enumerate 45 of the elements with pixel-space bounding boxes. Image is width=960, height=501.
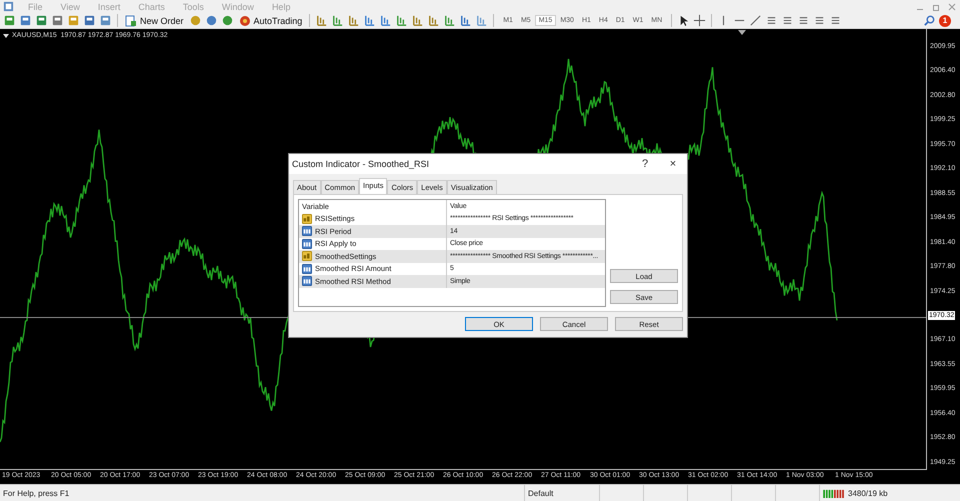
number-type-icon xyxy=(302,264,312,274)
document-icon xyxy=(125,14,137,27)
toolbar-icon[interactable] xyxy=(3,14,16,28)
toolbar-icon[interactable] xyxy=(188,14,202,28)
chart-tool-icon[interactable] xyxy=(395,14,408,28)
toolbar-icon[interactable] xyxy=(83,14,96,28)
status-text: For Help, press F1 xyxy=(0,485,525,501)
chart-tool-icon[interactable] xyxy=(379,14,392,28)
status-icon xyxy=(238,14,251,27)
toolbar-icon[interactable] xyxy=(51,14,64,28)
connection-bars-icon xyxy=(823,488,845,498)
autotrading-button[interactable]: AutoTrading xyxy=(236,14,304,27)
text-type-icon xyxy=(302,214,312,224)
app-icon xyxy=(3,1,14,12)
new-order-button[interactable]: New Order xyxy=(123,14,186,27)
chart-tool-icon[interactable] xyxy=(427,14,440,28)
chart-tool-icon[interactable] xyxy=(315,14,328,28)
toolbar-icon[interactable] xyxy=(19,14,32,28)
dialog-title: Custom Indicator - Smoothed_RSI xyxy=(292,159,430,169)
caret-icon[interactable] xyxy=(3,34,9,38)
number-type-icon xyxy=(302,238,312,249)
chart-tool-icon[interactable] xyxy=(443,14,456,28)
toolbar-icon[interactable] xyxy=(99,14,112,28)
drawing-tool-icon[interactable] xyxy=(749,14,762,28)
notification-badge[interactable]: 1 xyxy=(939,14,951,27)
toolbar-icon[interactable] xyxy=(35,14,48,28)
scroll-marker-icon[interactable] xyxy=(738,30,746,35)
toolbar-icon[interactable] xyxy=(220,14,234,28)
close-button[interactable]: × xyxy=(659,157,687,171)
search-icon[interactable] xyxy=(923,14,936,28)
chart-tool-icon[interactable] xyxy=(331,14,344,28)
number-type-icon xyxy=(302,276,312,286)
chart-tool-icon[interactable] xyxy=(411,14,424,28)
help-button[interactable]: ? xyxy=(631,157,659,171)
profile-status: Default xyxy=(525,485,600,501)
toolbar-icon[interactable] xyxy=(67,14,80,28)
text-type-icon xyxy=(302,251,312,262)
chart-tool-icon[interactable] xyxy=(459,14,472,28)
chart-tool-icon[interactable] xyxy=(363,14,376,28)
number-type-icon xyxy=(302,226,312,236)
chart-tool-icon[interactable] xyxy=(475,14,488,28)
chart-tool-icon[interactable] xyxy=(347,14,360,28)
traffic-status: 3480/19 kb xyxy=(848,488,888,498)
toolbar-icon[interactable] xyxy=(204,14,218,28)
crosshair-icon[interactable] xyxy=(693,14,706,28)
